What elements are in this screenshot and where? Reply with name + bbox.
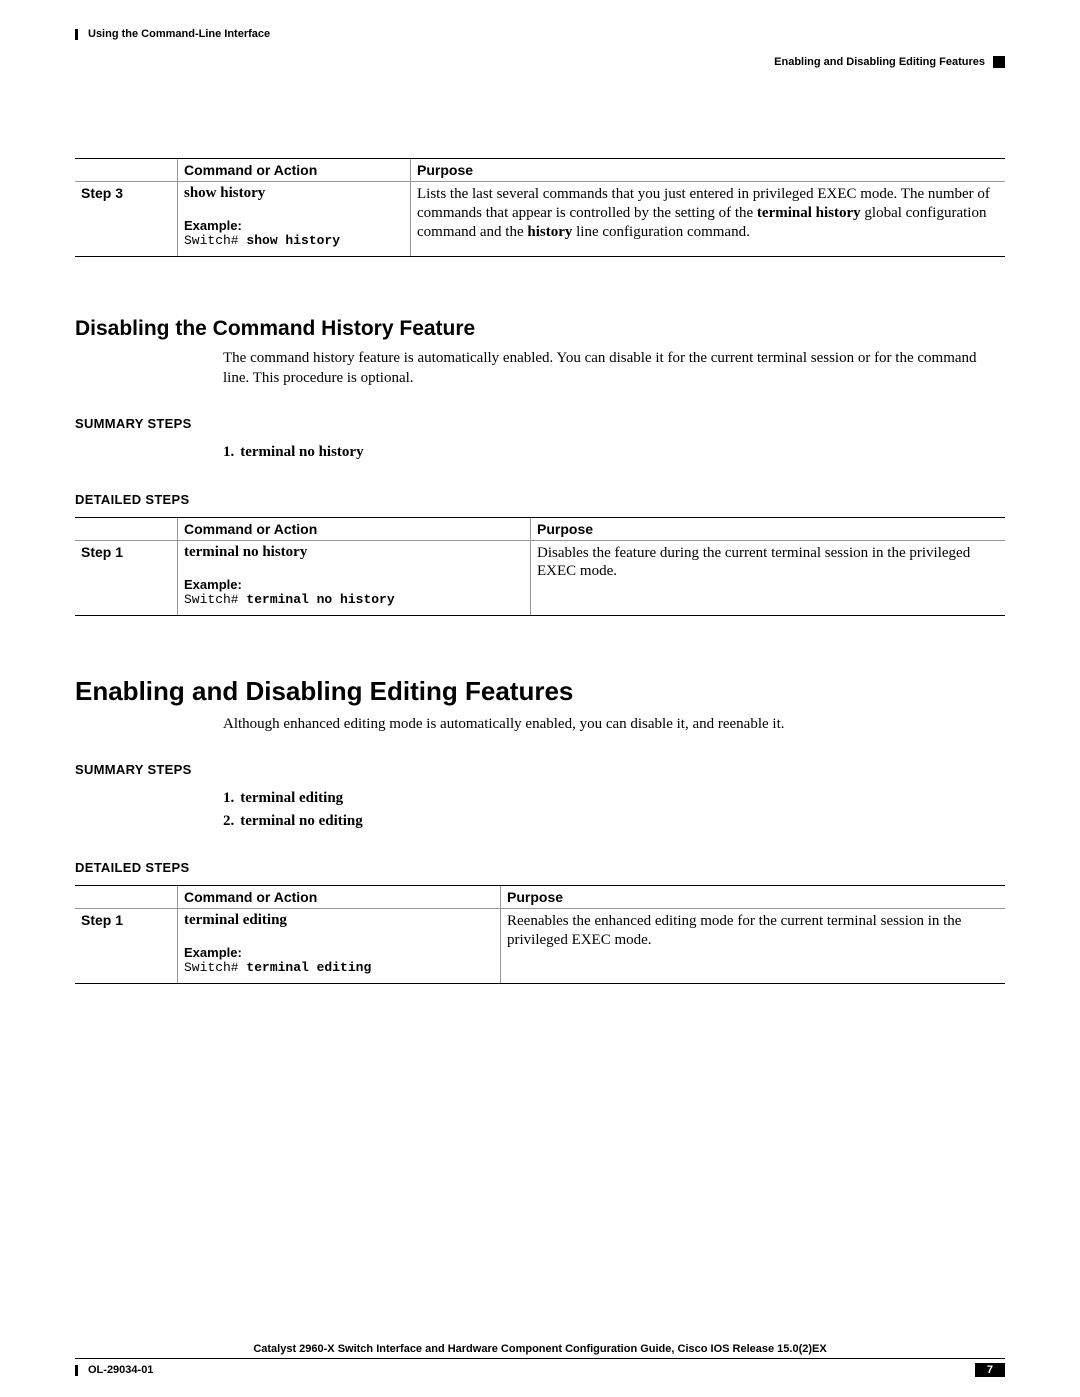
detailed-steps-label: DETAILED STEPS <box>75 492 1005 507</box>
table-header-cmd: Command or Action <box>178 886 501 909</box>
section-heading: Disabling the Command History Feature <box>75 317 1005 341</box>
header-chapter: Using the Command-Line Interface <box>88 28 270 40</box>
command-name: terminal editing <box>184 912 494 929</box>
example-label: Example: <box>184 218 404 233</box>
history-table: Command or Action Purpose Step 3 show hi… <box>75 158 1005 257</box>
section-body: Although enhanced editing mode is automa… <box>223 715 1005 735</box>
header-marker-icon <box>993 56 1005 68</box>
footer-doc-id: OL-29034-01 <box>88 1364 153 1376</box>
step-label: Step 1 <box>75 540 178 615</box>
detailed-steps-label: DETAILED STEPS <box>75 860 1005 875</box>
purpose-text: Disables the feature during the current … <box>531 540 1006 615</box>
table-header-purpose: Purpose <box>531 517 1006 540</box>
step-label: Step 3 <box>75 182 178 257</box>
footer-title: Catalyst 2960-X Switch Interface and Har… <box>75 1343 1005 1359</box>
header-right: Enabling and Disabling Editing Features <box>774 56 1005 68</box>
footer-bar-icon <box>75 1365 78 1376</box>
command-name: terminal no history <box>184 544 524 561</box>
editing-table: Command or Action Purpose Step 1 termina… <box>75 885 1005 984</box>
table-header-purpose: Purpose <box>501 886 1006 909</box>
table-row: Step 1 terminal no history Example: Swit… <box>75 540 1005 615</box>
summary-steps-label: SUMMARY STEPS <box>75 762 1005 777</box>
header-left: Using the Command-Line Interface <box>75 28 270 40</box>
header-bar-icon <box>75 29 78 40</box>
example-label: Example: <box>184 577 524 592</box>
table-row: Step 3 show history Example: Switch# sho… <box>75 182 1005 257</box>
table-header-cmd: Command or Action <box>178 159 411 182</box>
header-section: Enabling and Disabling Editing Features <box>774 56 985 68</box>
summary-steps-label: SUMMARY STEPS <box>75 416 1005 431</box>
page-number: 7 <box>975 1363 1005 1377</box>
example-code: Switch# show history <box>184 233 404 248</box>
table-row: Step 1 terminal editing Example: Switch#… <box>75 909 1005 984</box>
table-header-purpose: Purpose <box>411 159 1006 182</box>
table-header-cmd: Command or Action <box>178 517 531 540</box>
summary-list: 1.terminal editing 2.terminal no editing <box>223 787 1005 832</box>
purpose-text: Lists the last several commands that you… <box>411 182 1006 257</box>
disable-history-table: Command or Action Purpose Step 1 termina… <box>75 517 1005 616</box>
summary-list: 1.terminal no history <box>223 441 1005 464</box>
step-label: Step 1 <box>75 909 178 984</box>
example-code: Switch# terminal editing <box>184 960 494 975</box>
example-label: Example: <box>184 945 494 960</box>
command-name: show history <box>184 185 404 202</box>
example-code: Switch# terminal no history <box>184 592 524 607</box>
purpose-text: Reenables the enhanced editing mode for … <box>501 909 1006 984</box>
section-body: The command history feature is automatic… <box>223 349 1005 388</box>
section-heading: Enabling and Disabling Editing Features <box>75 676 1005 707</box>
page-footer: Catalyst 2960-X Switch Interface and Har… <box>75 1343 1005 1377</box>
